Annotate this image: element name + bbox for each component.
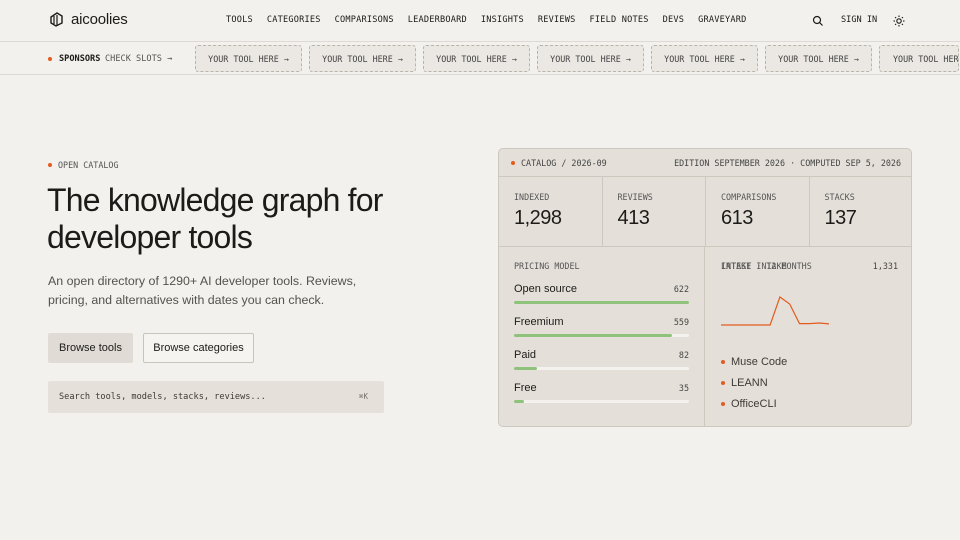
stat-label: REVIEWS	[617, 192, 653, 202]
edition-label: EDITION SEPTEMBER 2026 · COMPUTED SEP 5,…	[674, 158, 901, 168]
pricing-bar-track	[514, 301, 689, 304]
nav-insights[interactable]: INSIGHTS	[481, 15, 524, 25]
sponsor-slot[interactable]: YOUR TOOL HERE →	[879, 45, 959, 72]
pricing-count: 622	[673, 284, 689, 294]
panel-header: CATALOG / 2026-09 EDITION SEPTEMBER 2026…	[499, 149, 911, 177]
nav-leaderboard[interactable]: LEADERBOARD	[408, 15, 467, 25]
logo-icon	[50, 12, 63, 27]
stats-row: INDEXED 1,298 REVIEWS 413 COMPARISONS 61…	[499, 177, 912, 247]
main-nav: TOOLS CATEGORIES COMPARISONS LEADERBOARD…	[226, 15, 747, 25]
latest-intake-item[interactable]: LEANN	[721, 377, 768, 389]
latest-dot	[721, 360, 725, 364]
intake-section: INTAKE · 12 MONTHS 1,331 LATEST INTAKE M…	[706, 247, 911, 426]
hero-subtitle: An open directory of 1290+ AI developer …	[48, 274, 357, 307]
pricing-name: Freemium	[514, 316, 564, 328]
search-placeholder: Search tools, models, stacks, reviews...	[59, 392, 266, 402]
sponsor-dot	[48, 57, 52, 61]
stat-label: COMPARISONS	[721, 192, 777, 202]
stat-label: INDEXED	[514, 192, 550, 202]
nav-graveyard[interactable]: GRAVEYARD	[698, 15, 746, 25]
stat-indexed: INDEXED 1,298	[499, 177, 603, 247]
pricing-bar-track	[514, 400, 689, 403]
sign-in-link[interactable]: SIGN IN	[841, 15, 877, 25]
catalog-panel: CATALOG / 2026-09 EDITION SEPTEMBER 2026…	[498, 148, 912, 427]
pricing-bar-track	[514, 367, 689, 370]
pricing-name: Paid	[514, 349, 537, 361]
latest-intake-item[interactable]: Muse Code	[721, 356, 787, 368]
latest-intake-item[interactable]: OfficeCLI	[721, 398, 777, 410]
brand-name: aicoolies	[71, 11, 128, 28]
brand-logo[interactable]: aicoolies	[48, 11, 128, 28]
pricing-name: Open source	[514, 283, 577, 295]
nav-categories[interactable]: CATEGORIES	[267, 15, 321, 25]
top-header: aicoolies TOOLS CATEGORIES COMPARISONS L…	[0, 0, 960, 42]
pricing-model-section: PRICING MODEL Open source 622 Freemium 5…	[499, 247, 705, 426]
pricing-bar-fill	[514, 400, 524, 403]
pricing-bar-track	[514, 334, 689, 337]
sponsor-strip: SPONSORS CHECK SLOTS → YOUR TOOL HERE → …	[0, 43, 960, 75]
stat-label: STACKS	[824, 192, 855, 202]
sponsor-slot[interactable]: YOUR TOOL HERE →	[537, 45, 644, 72]
hero-eyebrow: OPEN CATALOG	[48, 160, 119, 170]
nav-comparisons[interactable]: COMPARISONS	[335, 15, 394, 25]
catalog-label: CATALOG / 2026-09	[521, 158, 607, 168]
intake-total: 1,331	[872, 261, 898, 271]
eyebrow-dot	[48, 163, 52, 167]
pricing-bar-fill	[514, 301, 689, 304]
stat-value: 413	[617, 207, 650, 229]
sponsor-slots: YOUR TOOL HERE → YOUR TOOL HERE → YOUR T…	[195, 45, 959, 72]
latest-intake-name: LEANN	[731, 377, 768, 389]
eyebrow-text: OPEN CATALOG	[58, 160, 119, 170]
sponsors-label: SPONSORS	[59, 54, 101, 64]
nav-reviews[interactable]: REVIEWS	[538, 15, 576, 25]
pricing-bar-fill	[514, 334, 672, 337]
intake-sparkline	[721, 296, 830, 326]
search-icon[interactable]	[812, 15, 824, 27]
check-slots-link[interactable]: CHECK SLOTS →	[105, 54, 172, 64]
browse-tools-button[interactable]: Browse tools	[48, 333, 133, 363]
pricing-bar-fill	[514, 367, 537, 370]
sponsor-slot[interactable]: YOUR TOOL HERE →	[195, 45, 302, 72]
nav-devs[interactable]: DEVS	[663, 15, 685, 25]
pricing-count: 82	[678, 350, 689, 360]
stat-value: 1,298	[514, 207, 562, 229]
catalog-search-input[interactable]: Search tools, models, stacks, reviews...…	[48, 381, 384, 413]
stat-value: 137	[824, 207, 857, 229]
latest-dot	[721, 402, 725, 406]
latest-dot	[721, 381, 725, 385]
stat-reviews: REVIEWS 413	[603, 177, 706, 247]
sun-icon[interactable]	[893, 15, 905, 27]
intake-sparkline-line	[721, 296, 830, 326]
pricing-name: Free	[514, 382, 537, 394]
catalog-dot	[511, 161, 515, 165]
sponsor-slot[interactable]: YOUR TOOL HERE →	[651, 45, 758, 72]
stat-value: 613	[721, 207, 753, 229]
stat-stacks: STACKS 137	[810, 177, 912, 247]
sponsor-slot[interactable]: YOUR TOOL HERE →	[309, 45, 416, 72]
stat-comparisons: COMPARISONS 613	[706, 177, 810, 247]
latest-intake-name: OfficeCLI	[731, 398, 777, 410]
nav-field-notes[interactable]: FIELD NOTES	[590, 15, 649, 25]
pricing-count: 559	[673, 317, 689, 327]
sponsor-strip-viewport: SPONSORS CHECK SLOTS → YOUR TOOL HERE → …	[0, 43, 960, 75]
sponsor-slot[interactable]: YOUR TOOL HERE →	[423, 45, 530, 72]
latest-intake-name: Muse Code	[731, 356, 788, 368]
pricing-count: 35	[678, 383, 689, 393]
sponsor-slot[interactable]: YOUR TOOL HERE →	[765, 45, 872, 72]
nav-tools[interactable]: TOOLS	[226, 15, 253, 25]
hero-title: The knowledge graph for developer tools	[47, 182, 383, 255]
pricing-label: PRICING MODEL	[514, 261, 580, 271]
catalog-tag: CATALOG / 2026-09	[511, 158, 607, 168]
browse-categories-button[interactable]: Browse categories	[143, 333, 254, 363]
latest-intake-label: LATEST INTAKE	[721, 261, 787, 271]
search-shortcut: ⌘K	[358, 392, 368, 401]
